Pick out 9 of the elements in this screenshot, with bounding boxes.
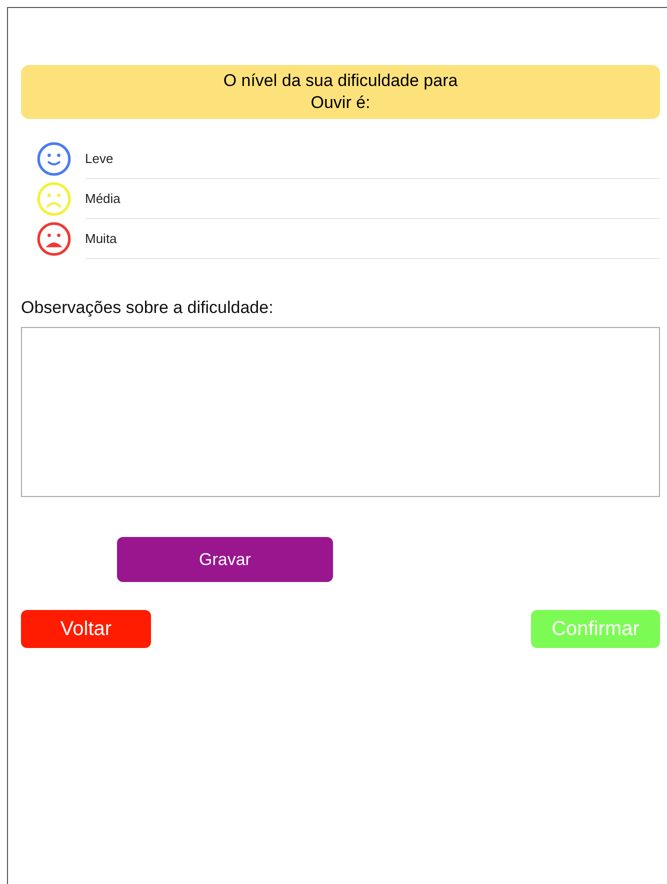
back-button[interactable]: Voltar: [21, 610, 151, 648]
option-row[interactable]: Média: [85, 179, 660, 219]
option-row[interactable]: Leve: [85, 139, 660, 179]
question-text: O nível da sua dificuldade para: [223, 70, 458, 92]
question-text: Ouvir é:: [310, 92, 370, 114]
notes-label: Observações sobre a dificuldade:: [21, 297, 274, 319]
notes-field[interactable]: [21, 327, 660, 497]
option-row[interactable]: Muita: [85, 219, 660, 259]
record-button[interactable]: Gravar: [117, 537, 333, 582]
